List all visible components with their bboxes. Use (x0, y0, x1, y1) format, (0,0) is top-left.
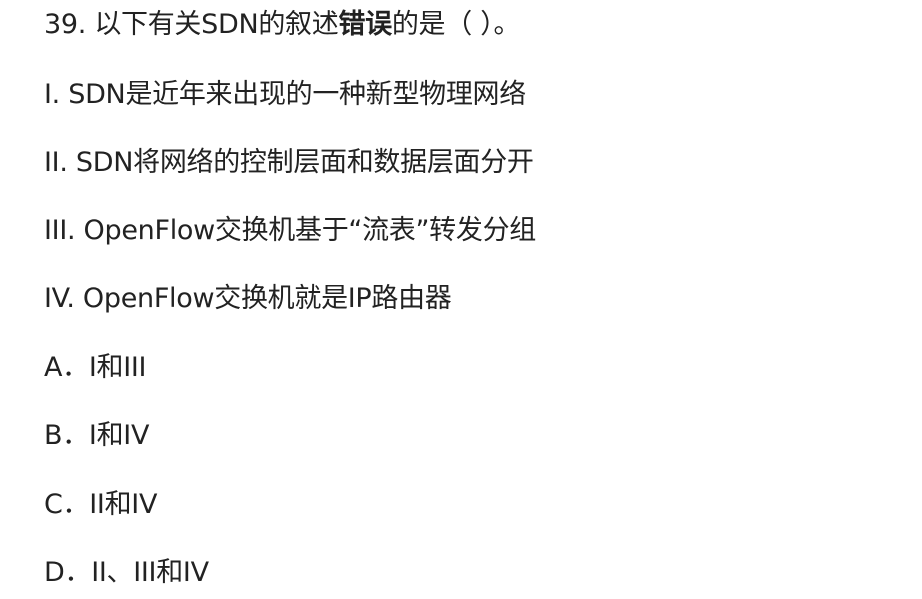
option-c[interactable]: C．II和IV (44, 487, 157, 523)
option-d[interactable]: D．II、III和IV (44, 555, 209, 591)
stem-text-before: 39. 以下有关SDN的叙述 (44, 9, 339, 40)
option-a[interactable]: A．I和III (44, 350, 147, 386)
statement-i: I. SDN是近年来出现的一种新型物理网络 (44, 79, 526, 110)
stem-text-after: 的是（ ）。 (391, 9, 521, 40)
statement-iii: III. OpenFlow交换机基于“流表”转发分组 (44, 215, 536, 246)
statement-iv: IV. OpenFlow交换机就是IP路由器 (44, 283, 452, 314)
stem-emphasis: 错误 (338, 9, 392, 40)
option-b[interactable]: B．I和IV (44, 418, 149, 454)
question-stem: 39. 以下有关SDN的叙述错误的是（ ）。 (44, 7, 520, 43)
statement-ii: II. SDN将网络的控制层面和数据层面分开 (44, 147, 534, 178)
question-block: 39. 以下有关SDN的叙述错误的是（ ）。 I. SDN是近年来出现的一种新型… (0, 0, 922, 599)
